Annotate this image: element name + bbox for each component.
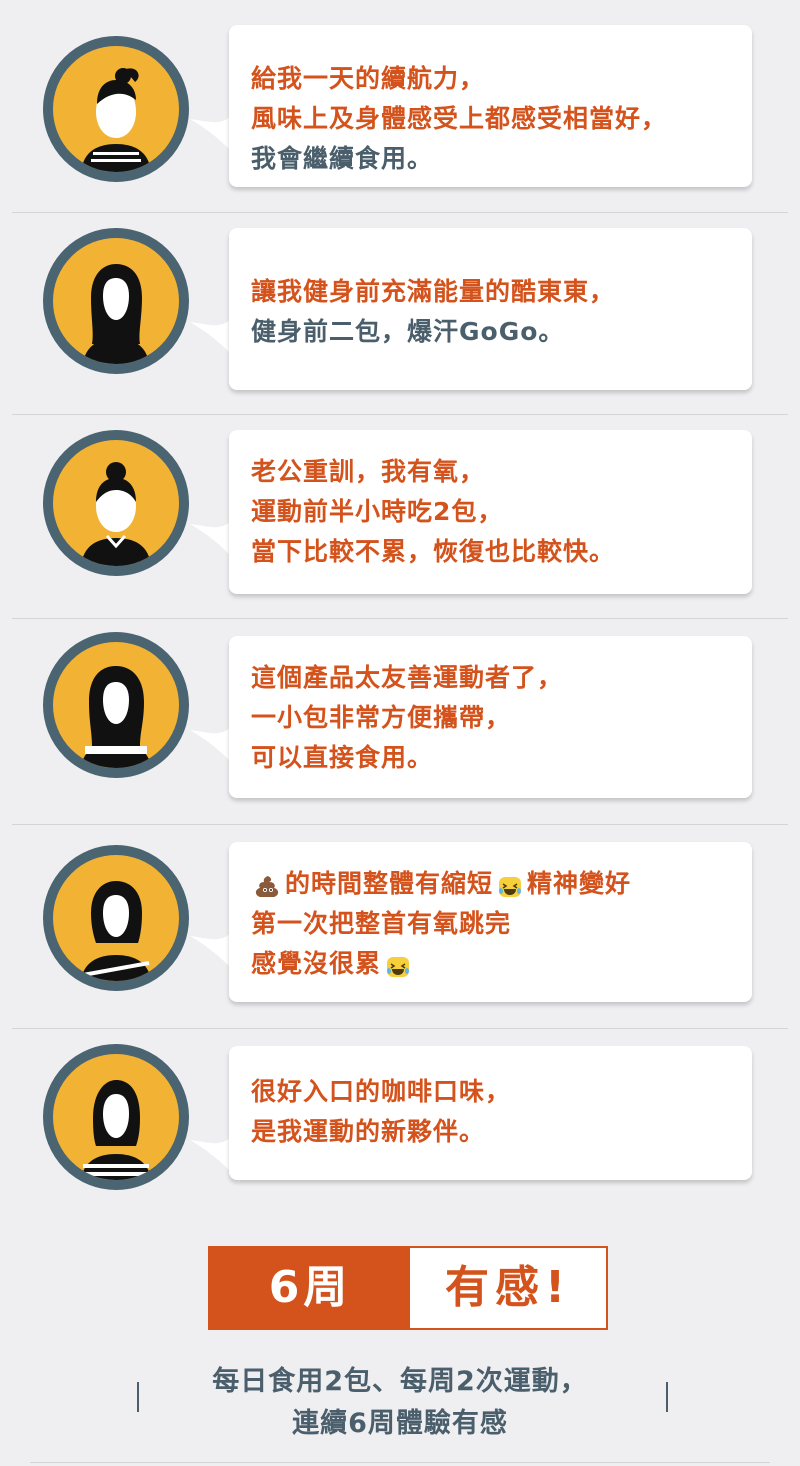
testimonial-line: 是我運動的新夥伴。 xyxy=(251,1117,486,1146)
woman-long-hair-avatar-icon xyxy=(43,228,189,374)
footer-line-1: 每日食用2包、每周2次運動， xyxy=(212,1366,588,1397)
testimonial-text-segment: 感覺沒很累 xyxy=(251,949,382,978)
woman-short-hair-avatar-icon xyxy=(43,1044,189,1190)
testimonial-line: 讓我健身前充滿能量的酷東東， xyxy=(251,277,616,306)
testimonial-line: 我會繼續食用。 xyxy=(251,144,434,173)
testimonial-bubble: 老公重訓，我有氧， 運動前半小時吃2包， 當下比較不累，恢復也比較快。 xyxy=(229,430,752,594)
testimonial-text: 讓我健身前充滿能量的酷東東， 健身前二包，爆汗GoGo。 xyxy=(251,272,615,352)
testimonial-line: 老公重訓，我有氧， xyxy=(251,457,486,486)
testimonial-line: 感覺沒很累 xyxy=(251,944,631,984)
testimonial-line: 這個產品太友善運動者了， xyxy=(251,663,564,692)
testimonial-text-segment: 精神變好 xyxy=(527,869,632,898)
testimonial-text: 很好入口的咖啡口味， 是我運動的新夥伴。 xyxy=(251,1072,511,1152)
testimonial-line: 一小包非常方便攜帶， xyxy=(251,703,512,732)
testimonial-line: 健身前二包，爆汗GoGo。 xyxy=(251,317,565,346)
row-divider xyxy=(12,1028,788,1029)
row-divider xyxy=(12,824,788,825)
testimonial-bubble: 這個產品太友善運動者了， 一小包非常方便攜帶， 可以直接食用。 xyxy=(229,636,752,798)
footer-left-bar xyxy=(137,1382,139,1412)
testimonial-bubble: 給我一天的續航力， 風味上及身體感受上都感受相當好， 我會繼續食用。 xyxy=(229,25,752,187)
poop-emoji-icon xyxy=(255,872,281,898)
testimonial-text-segment: 的時間整體有縮短 xyxy=(285,869,494,898)
testimonial-line: 給我一天的續航力， xyxy=(251,64,486,93)
row-divider xyxy=(12,212,788,213)
testimonial-line: 當下比較不累，恢復也比較快。 xyxy=(251,537,616,566)
woman-ponytail-avatar-icon xyxy=(43,36,189,182)
testimonial-text: 老公重訓，我有氧， 運動前半小時吃2包， 當下比較不累，恢復也比較快。 xyxy=(251,452,615,572)
testimonial-line: 可以直接食用。 xyxy=(251,743,434,772)
woman-bun-avatar-icon xyxy=(43,430,189,576)
testimonial-text: 給我一天的續航力， 風味上及身體感受上都感受相當好， 我會繼續食用。 xyxy=(251,59,667,179)
testimonial-text: 這個產品太友善運動者了， 一小包非常方便攜帶， 可以直接食用。 xyxy=(251,658,563,778)
testimonial-line: 運動前半小時吃2包， xyxy=(251,497,504,526)
footer-line-2: 連續6周體驗有感 xyxy=(292,1408,508,1439)
woman-wavy-hair-avatar-icon xyxy=(43,632,189,778)
badge-duration: 6周 xyxy=(210,1248,410,1328)
bottom-divider xyxy=(30,1462,770,1463)
six-week-badge: 6周 有感! xyxy=(208,1246,608,1330)
badge-effect: 有感! xyxy=(444,1262,572,1313)
testimonial-line: 的時間整體有縮短 精神變好 xyxy=(251,864,631,904)
row-divider xyxy=(12,618,788,619)
testimonial-bubble: 的時間整體有縮短 精神變好 第一次把整首有氧跳完 感覺沒很累 xyxy=(229,842,752,1002)
woman-bob-hair-avatar-icon xyxy=(43,845,189,991)
testimonial-line: 風味上及身體感受上都感受相當好， xyxy=(251,104,668,133)
row-divider xyxy=(12,414,788,415)
laughing-tears-emoji-icon xyxy=(385,952,411,978)
testimonial-bubble: 很好入口的咖啡口味， 是我運動的新夥伴。 xyxy=(229,1046,752,1180)
testimonial-line: 很好入口的咖啡口味， xyxy=(251,1077,512,1106)
testimonial-bubble: 讓我健身前充滿能量的酷東東， 健身前二包，爆汗GoGo。 xyxy=(229,228,752,390)
footer-right-bar xyxy=(666,1382,668,1412)
testimonial-line: 第一次把整首有氧跳完 xyxy=(251,909,512,938)
testimonial-text: 的時間整體有縮短 精神變好 第一次把整首有氧跳完 感覺沒很累 xyxy=(251,864,631,984)
laughing-tears-emoji-icon xyxy=(497,872,523,898)
